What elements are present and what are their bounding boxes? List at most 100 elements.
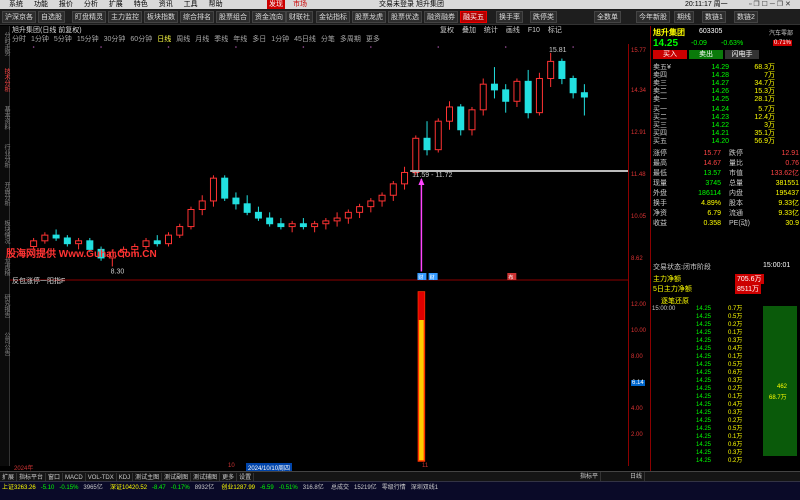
menu-market[interactable]: 市场 — [293, 0, 307, 9]
stat-row: 收益 0.358 PE(动) 30.9 — [653, 220, 799, 228]
control-item[interactable]: F10 — [528, 27, 540, 34]
period-tab[interactable]: 30分钟 — [104, 36, 126, 43]
candle-body — [446, 106, 453, 122]
news-marker-label: 布 — [508, 274, 513, 281]
index-cy[interactable]: 创业1287.99 — [221, 485, 255, 491]
control-item[interactable]: 统计 — [484, 27, 498, 34]
window-controls[interactable]: ▫ ❐ ☐ ─ ❐ ✕ — [749, 0, 791, 9]
toolbar-button[interactable]: 融资融券 — [424, 11, 458, 23]
axis-tick: 4.00 — [631, 406, 643, 412]
level-label: 11.59 - 11.72 — [412, 172, 452, 179]
toolbar-button[interactable]: 换手率 — [496, 11, 523, 23]
toolbar-button[interactable]: 融买五 — [460, 11, 487, 23]
toolbar-button[interactable]: 股票优选 — [388, 11, 422, 23]
index-sz[interactable]: 深证10420.52 — [110, 485, 147, 491]
tick-cell: 0.5万 — [728, 426, 743, 432]
period-tab[interactable]: 多周期 — [340, 36, 361, 43]
toolbar-button[interactable]: 盯盘精灵 — [72, 11, 106, 23]
flash-order-button[interactable]: 闪电手 — [725, 50, 759, 59]
total-volume-label: 总成交 — [330, 485, 349, 491]
index-sh[interactable]: 上证3263.26 — [2, 485, 36, 491]
period-tab[interactable]: 1分钟 — [31, 36, 49, 43]
toolbar-button[interactable]: 股票龙虎 — [352, 11, 386, 23]
control-item[interactable]: 叠加 — [462, 27, 476, 34]
candle-body — [378, 194, 386, 202]
stat-cell: 涨停 — [653, 150, 667, 157]
sector-pct: 0.71% — [773, 40, 793, 46]
menu-item[interactable]: 资讯 — [159, 0, 173, 9]
control-item[interactable]: 标记 — [548, 27, 562, 34]
left-nav-item[interactable]: 分时走势 — [1, 32, 9, 56]
period-tab[interactable]: 日线 — [157, 36, 171, 43]
toolbar-button[interactable]: 资金流向 — [252, 11, 286, 23]
toolbar-button[interactable]: 主力监控 — [108, 11, 142, 23]
menu-item[interactable]: 分析 — [84, 0, 98, 9]
left-nav-item[interactable]: 板块情况 — [1, 220, 9, 244]
menu-bar: 系统 功能 报价 分析 扩展 特色 资讯 工具 帮助 发现 市场 交易未登录 旭… — [0, 0, 800, 9]
toolbar-button[interactable]: 今年新股 — [636, 11, 670, 23]
indicator-bar-top — [418, 292, 425, 320]
toolbar-button[interactable]: 自选股 — [38, 11, 65, 23]
period-tab[interactable]: 1分钟 — [271, 36, 289, 43]
tick-row: 14.25 0.3万 — [652, 378, 762, 385]
period-tab[interactable]: 60分钟 — [130, 36, 152, 43]
menu-item[interactable]: 扩展 — [109, 0, 123, 9]
left-nav-item[interactable]: 技术分析 — [1, 68, 9, 92]
toolbar-button[interactable]: 综合排名 — [180, 11, 214, 23]
candle-body — [41, 234, 49, 242]
period-tab[interactable]: 多日 — [252, 36, 266, 43]
tick-cell: 14.25 — [696, 458, 712, 464]
toolbar-button[interactable]: 期线 — [674, 11, 694, 23]
sell-button[interactable]: 卖出 — [689, 50, 723, 59]
toolbar-button[interactable]: 数链2 — [734, 11, 758, 23]
candle-body — [412, 137, 420, 173]
left-nav-item[interactable]: 开盘分析 — [1, 182, 9, 206]
menu-item[interactable]: 报价 — [59, 0, 73, 9]
tick-row: 14.25 0.3万 — [652, 338, 762, 345]
menu-discover[interactable]: 发现 — [267, 0, 285, 9]
left-nav-item[interactable]: 公司公告 — [1, 332, 9, 356]
toolbar-button[interactable]: 全数单 — [594, 11, 621, 23]
toolbar-button[interactable]: 沪深京各 — [2, 11, 36, 23]
stat-cell: 9.33亿 — [778, 210, 799, 217]
tick-cell: 14.25 — [696, 426, 712, 432]
period-tab[interactable]: 45日线 — [294, 36, 316, 43]
period-tab[interactable]: 分笔 — [321, 36, 335, 43]
left-nav-item[interactable]: 龙虎榜 — [1, 258, 9, 276]
toolbar-button[interactable]: 数链1 — [702, 11, 726, 23]
control-item[interactable]: 复权 — [440, 27, 454, 34]
menu-item[interactable]: 特色 — [134, 0, 148, 9]
menu-item[interactable]: 工具 — [184, 0, 198, 9]
period-tab[interactable]: 季线 — [214, 36, 228, 43]
period-tab[interactable]: 5分钟 — [54, 36, 72, 43]
left-nav-item[interactable]: 研究报告 — [1, 294, 9, 318]
buy-button[interactable]: 买入 — [653, 50, 687, 59]
toolbar-button[interactable]: 板块指数 — [144, 11, 178, 23]
menu-item[interactable]: 系统 — [9, 0, 23, 9]
period-tab[interactable]: 更多 — [366, 36, 380, 43]
stat-cell: 9.33亿 — [778, 200, 799, 207]
candle-body — [63, 237, 71, 245]
stat-cell: 市值 — [729, 170, 743, 177]
toolbar-button[interactable]: 股票组合 — [216, 11, 250, 23]
period-tab[interactable]: 周线 — [176, 36, 190, 43]
top-dot — [32, 46, 35, 48]
period-tab[interactable]: 15分钟 — [77, 36, 99, 43]
menu-item[interactable]: 功能 — [34, 0, 48, 9]
menu-item[interactable]: 帮助 — [209, 0, 223, 9]
stat-cell: 195437 — [775, 190, 799, 197]
quote-cell: 15.3万 — [754, 88, 775, 95]
period-tab[interactable]: 月线 — [195, 36, 209, 43]
tick-cell: 0.7万 — [728, 306, 743, 312]
toolbar-button[interactable]: 财联社 — [286, 11, 313, 23]
left-nav-item[interactable]: 基本资料 — [1, 106, 9, 130]
period-tab[interactable]: 年线 — [233, 36, 247, 43]
toolbar-button[interactable]: 跌停类 — [530, 11, 557, 23]
stat-cell: 最低 — [653, 170, 667, 177]
price-pct: -0.63% — [721, 40, 744, 47]
control-item[interactable]: 画线 — [506, 27, 520, 34]
axis-tick: 11.48 — [631, 172, 646, 178]
period-tab[interactable]: 分时 — [12, 36, 26, 43]
left-nav-item[interactable]: 行业分析 — [1, 144, 9, 168]
toolbar-button[interactable]: 金钻指标 — [316, 11, 350, 23]
